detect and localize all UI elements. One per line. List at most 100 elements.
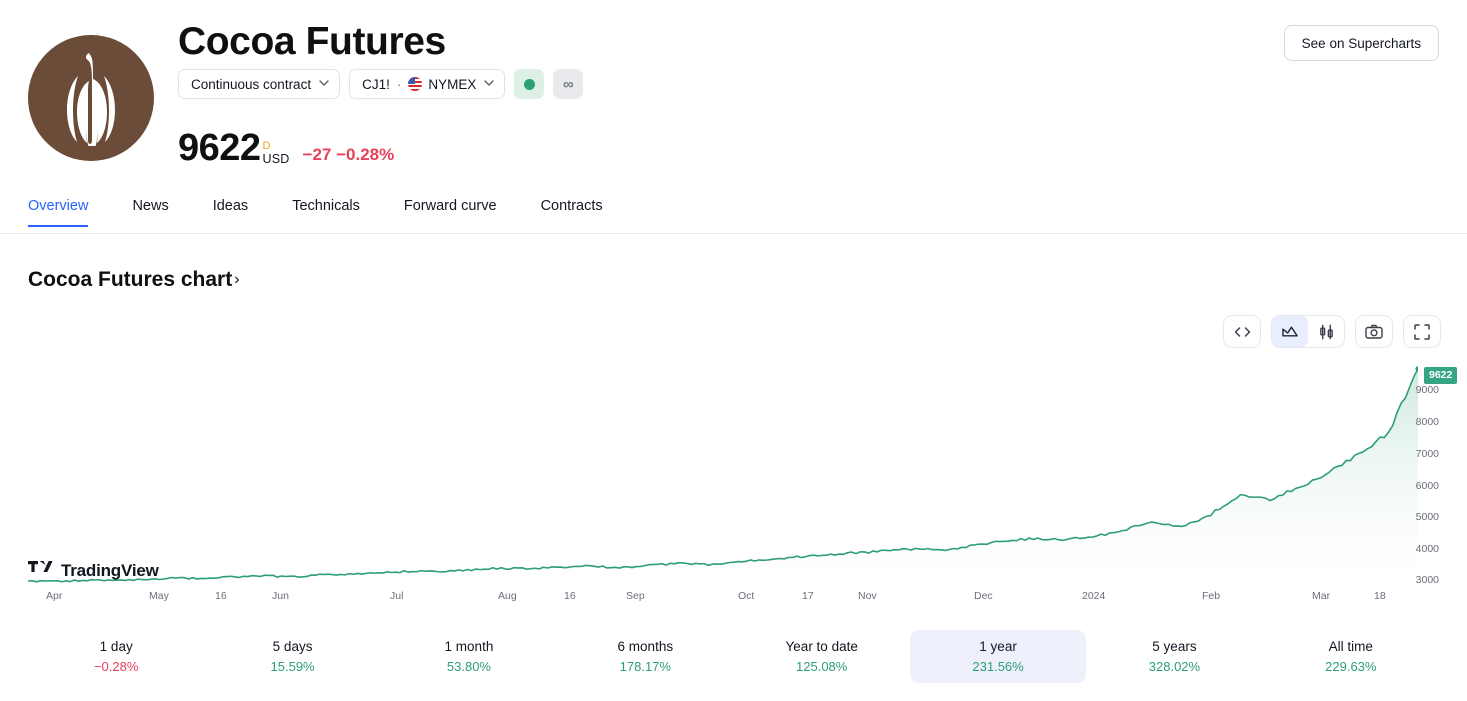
period-value: 231.56%: [972, 659, 1024, 674]
period-value: 15.59%: [270, 659, 315, 674]
us-flag-icon: [408, 77, 423, 91]
price-interval: D: [262, 140, 271, 152]
x-tick-jun: Jun: [272, 590, 289, 602]
last-price-badge: 9622: [1424, 367, 1458, 384]
period-label: Year to date: [785, 639, 858, 654]
price-change-pct: −0.28%: [336, 145, 395, 164]
period-label: 5 days: [272, 639, 313, 654]
chart-section-title[interactable]: Cocoa Futures chart ›: [28, 268, 240, 292]
period-value: 229.63%: [1325, 659, 1377, 674]
x-tick-17: 17: [802, 590, 814, 602]
period-label: All time: [1328, 639, 1373, 654]
tab-contracts[interactable]: Contracts: [541, 198, 603, 226]
price-currency: USD: [262, 152, 290, 166]
tab-news[interactable]: News: [132, 198, 168, 226]
chip-separator: ·: [396, 76, 402, 92]
period-value: 178.17%: [619, 659, 671, 674]
chart-plot-svg: [28, 366, 1418, 588]
period-label: 1 month: [444, 639, 494, 654]
camera-icon: [1356, 316, 1392, 347]
period-5-years[interactable]: 5 years 328.02%: [1086, 630, 1262, 683]
tradingview-logo-icon: [28, 561, 54, 581]
y-tick-6000: 6000: [1415, 480, 1439, 492]
period-label: 1 day: [99, 639, 133, 654]
see-on-supercharts-button[interactable]: See on Supercharts: [1283, 25, 1439, 61]
chevron-down-icon: [319, 79, 329, 89]
price-chart[interactable]: [28, 360, 1418, 588]
snapshot-button[interactable]: [1355, 315, 1393, 348]
chart-toolbar: [1223, 315, 1441, 348]
period-label: 6 months: [617, 639, 674, 654]
chevron-right-icon: ›: [234, 271, 240, 288]
fullscreen-button[interactable]: [1403, 315, 1441, 348]
fullscreen-icon: [1404, 316, 1440, 347]
period-6-months[interactable]: 6 months 178.17%: [557, 630, 733, 683]
x-tick-16a: 16: [215, 590, 227, 602]
period-all-time[interactable]: All time 229.63%: [1263, 630, 1439, 683]
tradingview-wordmark: TradingView: [61, 561, 159, 580]
embed-code-icon: [1224, 316, 1260, 347]
performance-periods: 1 day −0.28% 5 days 15.59% 1 month 53.80…: [28, 630, 1439, 683]
x-tick-2024: 2024: [1082, 590, 1106, 602]
y-axis: 9000 8000 7000 6000 5000 4000 3000: [1415, 360, 1467, 590]
market-open-dot[interactable]: [514, 69, 545, 99]
x-tick-apr: Apr: [46, 590, 63, 602]
tab-technicals[interactable]: Technicals: [292, 198, 360, 226]
period-year-to-date[interactable]: Year to date 125.08%: [734, 630, 910, 683]
page-title: Cocoa Futures: [178, 20, 446, 63]
period-value: 125.08%: [796, 659, 848, 674]
section-tabs: Overview News Ideas Technicals Forward c…: [0, 198, 1467, 234]
x-tick-16b: 16: [564, 590, 576, 602]
tab-ideas[interactable]: Ideas: [213, 198, 248, 226]
y-tick-7000: 7000: [1415, 448, 1439, 460]
y-tick-9000: 9000: [1415, 384, 1439, 396]
price-change: −27 −0.28%: [303, 145, 395, 168]
period-label: 5 years: [1152, 639, 1197, 654]
exchange-label: NYMEX: [428, 76, 477, 92]
contract-type-dropdown[interactable]: Continuous contract: [178, 69, 341, 99]
period-value: −0.28%: [93, 659, 139, 674]
status-dot-icon: [523, 78, 535, 90]
ticker-exchange-dropdown[interactable]: CJ1! · NYMEX: [349, 69, 506, 99]
symbol-overview-page: Cocoa Futures Continuous contract CJ1! ·: [0, 0, 1467, 701]
x-tick-dec: Dec: [974, 590, 993, 602]
contract-type-label: Continuous contract: [191, 76, 312, 92]
y-tick-8000: 8000: [1415, 416, 1439, 428]
tab-overview[interactable]: Overview: [28, 198, 89, 227]
period-value: 328.02%: [1148, 659, 1201, 674]
x-tick-feb: Feb: [1202, 590, 1221, 602]
period-1-month[interactable]: 1 month 53.80%: [381, 630, 557, 683]
period-5-days[interactable]: 5 days 15.59%: [204, 630, 380, 683]
area-chart-icon[interactable]: [1272, 316, 1308, 347]
period-1-year[interactable]: 1 year 231.56%: [909, 630, 1087, 683]
last-price: 9622: [178, 127, 261, 169]
x-tick-sep: Sep: [626, 590, 645, 602]
period-value: 53.80%: [446, 659, 491, 674]
price-quote: 9622 D USD −27 −0.28%: [178, 128, 394, 168]
period-1-day[interactable]: 1 day −0.28%: [28, 630, 204, 683]
continuous-contract-badge[interactable]: ∞: [553, 69, 584, 99]
x-tick-jul: Jul: [390, 590, 404, 602]
y-tick-5000: 5000: [1415, 511, 1439, 523]
period-label: 1 year: [979, 639, 1017, 654]
x-tick-mar: Mar: [1312, 590, 1331, 602]
embed-code-button[interactable]: [1223, 315, 1261, 348]
x-tick-may: May: [149, 590, 169, 602]
y-tick-3000: 3000: [1415, 574, 1439, 586]
chevron-down-icon: [484, 79, 495, 89]
x-tick-nov: Nov: [858, 590, 877, 602]
x-axis: Apr May 16 Jun Jul Aug 16 Sep Oct 17 Nov…: [0, 590, 1467, 610]
x-tick-oct: Oct: [738, 590, 755, 602]
chart-type-group: [1271, 315, 1345, 348]
tab-forward-curve[interactable]: Forward curve: [404, 198, 497, 226]
price-units: D USD: [263, 140, 290, 168]
candlestick-chart-icon[interactable]: [1308, 316, 1344, 347]
symbol-chips: Continuous contract CJ1! · NYMEX ∞: [178, 69, 584, 99]
x-tick-18: 18: [1374, 590, 1386, 602]
infinity-icon: ∞: [563, 75, 574, 93]
chart-title-label: Cocoa Futures chart: [28, 268, 233, 291]
y-tick-4000: 4000: [1415, 543, 1439, 555]
cocoa-pod-logo: [28, 35, 154, 161]
symbol-header: Cocoa Futures Continuous contract CJ1! ·: [0, 0, 1467, 190]
ticker-label: CJ1!: [362, 76, 390, 92]
